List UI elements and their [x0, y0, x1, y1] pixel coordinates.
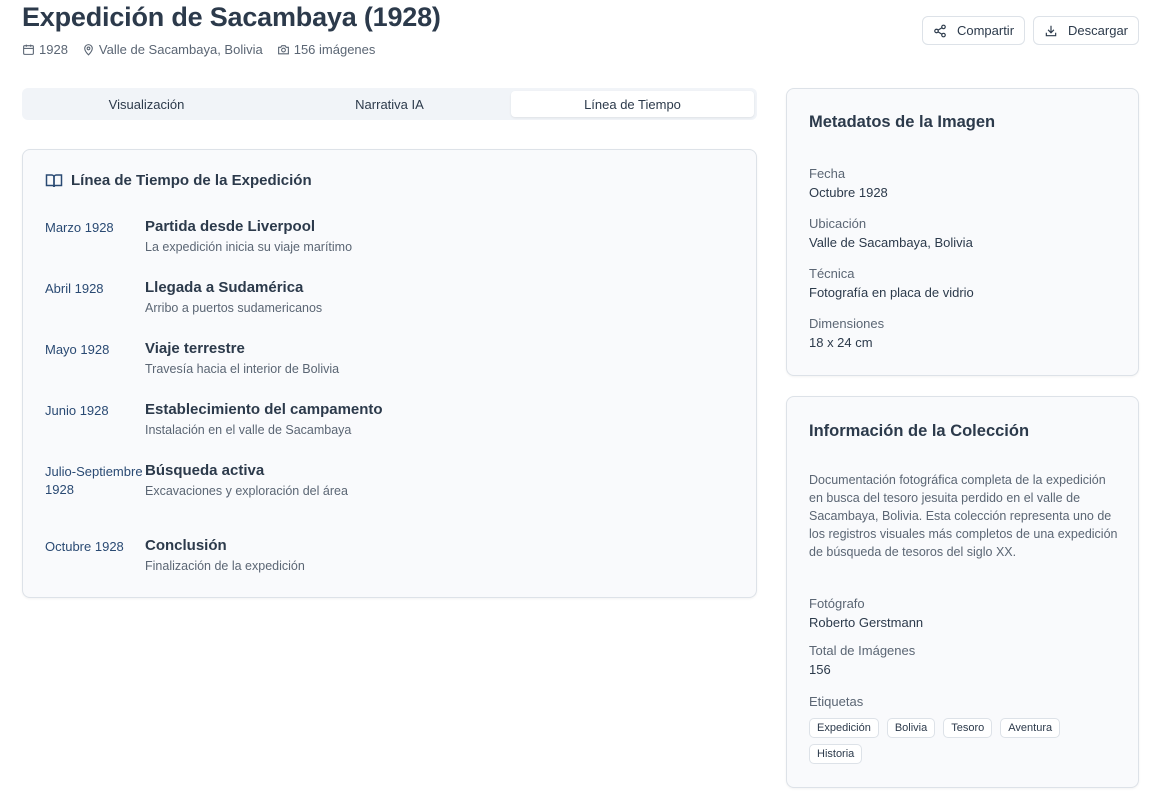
- tab-bar: Visualización Narrativa IA Línea de Tiem…: [22, 88, 757, 120]
- event-title: Conclusión: [145, 537, 227, 554]
- tag-chip[interactable]: Historia: [809, 744, 863, 764]
- event-title: Viaje terrestre: [145, 340, 245, 357]
- timeline-event: Junio 1928 Establecimiento del campament…: [45, 400, 735, 439]
- field-value: Octubre 1928: [809, 185, 888, 200]
- event-description: Instalación en el valle de Sacambaya: [145, 423, 352, 437]
- collection-title: Información de la Colección: [809, 422, 1030, 440]
- field-label: Fotógrafo: [809, 596, 865, 611]
- event-description: La expedición inicia su viaje marítimo: [145, 240, 353, 254]
- metadata-card: Metadatos de la Imagen Fecha Octubre 192…: [786, 88, 1139, 376]
- event-title: Llegada a Sudamérica: [145, 279, 304, 296]
- camera-icon: [277, 45, 289, 55]
- tag-list: Expedición Bolivia Tesoro Aventura Histo…: [809, 718, 1119, 764]
- book-open-icon: [45, 173, 63, 187]
- event-date: Julio-Septiembre 1928: [45, 464, 143, 497]
- field-label: Etiquetas: [809, 694, 864, 709]
- meta-year-text: 1928: [39, 42, 68, 57]
- event-title: Partida desde Liverpool: [145, 218, 316, 235]
- download-button-label: Descargar: [1068, 23, 1128, 38]
- event-description: Excavaciones y exploración del área: [145, 484, 348, 498]
- share-icon: [934, 24, 946, 37]
- timeline-header: Línea de Tiempo de la Expedición: [45, 172, 312, 189]
- event-description: Travesía hacia el interior de Bolivia: [145, 362, 340, 376]
- meta-location: Valle de Sacambaya, Bolivia: [82, 42, 263, 57]
- tab-linea-de-tiempo[interactable]: Línea de Tiempo: [511, 91, 754, 117]
- share-button-label: Compartir: [956, 23, 1015, 38]
- tag-chip[interactable]: Bolivia: [886, 718, 936, 738]
- event-title: Establecimiento del campamento: [145, 401, 383, 418]
- map-pin-icon: [84, 44, 93, 56]
- metadata-field: Dimensiones 18 x 24 cm: [809, 315, 1119, 352]
- field-label: Total de Imágenes: [809, 643, 916, 658]
- timeline-event: Abril 1928 Llegada a Sudamérica Arribo a…: [45, 278, 735, 317]
- header-actions: Compartir Descargar: [921, 16, 1139, 45]
- event-description: Arribo a puertos sudamericanos: [145, 301, 323, 315]
- calendar-icon: [23, 44, 34, 55]
- metadata-field: Ubicación Valle de Sacambaya, Bolivia: [809, 215, 1119, 252]
- metadata-field: Fecha Octubre 1928: [809, 165, 1119, 202]
- field-value: Roberto Gerstmann: [809, 615, 924, 630]
- event-date: Mayo 1928: [45, 342, 110, 357]
- timeline-title: Línea de Tiempo de la Expedición: [71, 172, 312, 189]
- meta-row: 1928 Valle de Sacambaya, Bolivia 156 imá…: [22, 42, 389, 57]
- timeline-event: Mayo 1928 Viaje terrestre Travesía hacia…: [45, 339, 735, 378]
- meta-year: 1928: [22, 42, 68, 57]
- page-title: Expedición de Sacambaya (1928): [22, 2, 441, 32]
- timeline-event: Marzo 1928 Partida desde Liverpool La ex…: [45, 217, 735, 256]
- event-description: Finalización de la expedición: [145, 559, 305, 573]
- timeline-card: Línea de Tiempo de la Expedición Marzo 1…: [22, 149, 757, 598]
- meta-images: 156 imágenes: [277, 42, 376, 57]
- field-value: Valle de Sacambaya, Bolivia: [809, 235, 973, 250]
- collection-description: Documentación fotográfica completa de la…: [809, 473, 1118, 559]
- event-title: Búsqueda activa: [145, 462, 265, 479]
- field-value: Fotografía en placa de vidrio: [809, 285, 974, 300]
- download-button[interactable]: Descargar: [1033, 16, 1139, 45]
- field-value: 156: [809, 662, 831, 677]
- event-date: Junio 1928: [45, 403, 109, 418]
- tag-chip[interactable]: Aventura: [1000, 718, 1061, 738]
- metadata-title: Metadatos de la Imagen: [809, 113, 996, 131]
- field-label: Fecha: [809, 166, 846, 181]
- tag-chip[interactable]: Expedición: [809, 718, 879, 738]
- download-icon: [1045, 25, 1057, 36]
- tag-chip[interactable]: Tesoro: [943, 718, 993, 738]
- event-date: Marzo 1928: [45, 220, 114, 235]
- timeline-event: Julio-Septiembre 1928 Búsqueda activa Ex…: [45, 461, 735, 500]
- timeline-event: Octubre 1928 Conclusión Finalización de …: [45, 536, 735, 575]
- meta-images-text: 156 imágenes: [293, 42, 376, 57]
- tab-narrativa-ia[interactable]: Narrativa IA: [268, 91, 511, 117]
- collection-card: Información de la Colección Documentació…: [786, 396, 1139, 788]
- photographer-field: Fotógrafo Roberto Gerstmann: [809, 595, 1119, 632]
- field-label: Ubicación: [809, 216, 867, 231]
- field-value: 18 x 24 cm: [809, 335, 873, 350]
- tab-visualizacion[interactable]: Visualización: [25, 91, 268, 117]
- field-label: Técnica: [809, 266, 855, 281]
- meta-location-text: Valle de Sacambaya, Bolivia: [98, 42, 263, 57]
- total-images-field: Total de Imágenes 156: [809, 642, 1119, 679]
- metadata-field: Técnica Fotografía en placa de vidrio: [809, 265, 1119, 302]
- event-date: Octubre 1928: [45, 539, 124, 554]
- share-button[interactable]: Compartir: [921, 16, 1026, 45]
- event-date: Abril 1928: [45, 281, 104, 296]
- field-label: Dimensiones: [809, 316, 885, 331]
- tags-field: Etiquetas: [809, 693, 1119, 711]
